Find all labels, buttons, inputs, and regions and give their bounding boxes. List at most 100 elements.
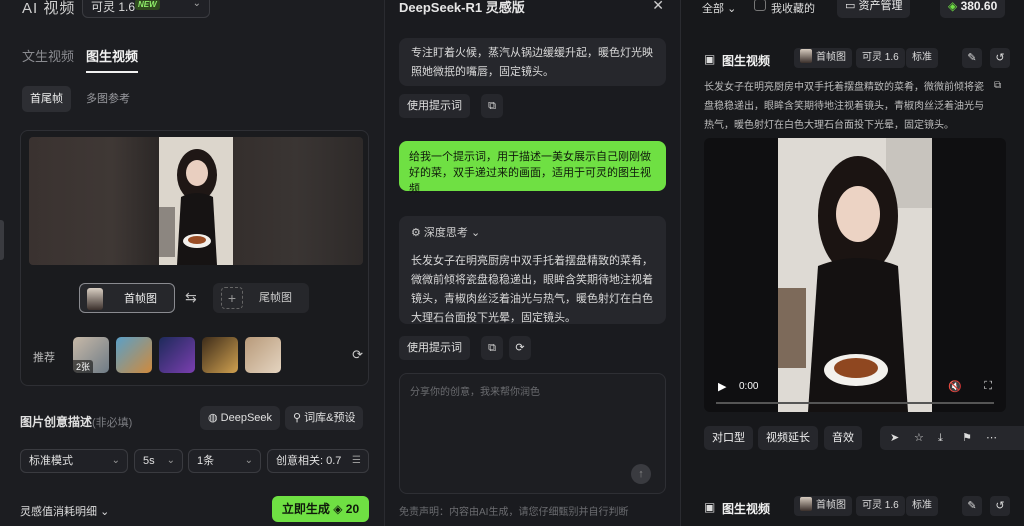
card-header-2: ▣ 图生视频 首帧图 可灵 1.6 标准 ✎ ↺ <box>704 496 1014 520</box>
panel-handle[interactable] <box>0 220 4 260</box>
recommend-thumb-1[interactable]: 2张 <box>73 337 109 373</box>
send-arrow-icon[interactable]: ↑ <box>631 464 651 484</box>
last-frame-label: 尾帧图 <box>259 292 292 304</box>
app-root: AI 视频 可灵 1.6 NEW ⌄ 文生视频 图生视频 首尾帧 多图参考 首帧… <box>0 0 1024 526</box>
more-icon[interactable]: ⋯ <box>986 426 997 450</box>
card-title: 图生视频 <box>722 502 771 516</box>
video-player[interactable]: ▶ 0:00 🔇 ⛶ <box>704 138 1006 412</box>
undo-icon[interactable]: ↺ <box>990 496 1010 516</box>
deep-think-toggle[interactable]: ⚙ 深度思考 ⌄ <box>411 224 654 248</box>
mute-icon[interactable]: 🔇 <box>948 380 962 393</box>
edit-icon[interactable]: ✎ <box>962 496 982 516</box>
ai-answer: 长发女子在明亮厨房中双手托着摆盘精致的菜肴，微微前倾将瓷盘稳稳递出，眼眸含笑期待… <box>411 255 653 324</box>
prompt-input[interactable]: 分享你的创意，我来帮你润色 ↑ <box>399 373 666 494</box>
duration-select[interactable]: 5s ⌄ <box>134 449 183 473</box>
recommend-thumb-3[interactable] <box>159 337 195 373</box>
generate-label: 立即生成 <box>281 502 330 516</box>
panel-title: DeepSeek-R1 灵感版 <box>399 0 525 15</box>
location-pin-icon: ⚲ <box>293 412 305 424</box>
sound-effect-button[interactable]: 音效 <box>824 426 862 450</box>
chip-quality: 标准 <box>906 48 938 68</box>
balance-badge[interactable]: ◈ 380.60 <box>940 0 1006 18</box>
video-description: 长发女子在明亮厨房中双手托着摆盘精致的菜肴，微微前倾将瓷盘稳稳递出，眼眸含笑期待… <box>704 82 984 131</box>
use-prompt-button[interactable]: 使用提示词 <box>399 336 470 360</box>
copy-icon[interactable]: ⧉ <box>481 336 503 360</box>
chevron-down-icon: ⌄ <box>467 227 481 239</box>
favorites-checkbox[interactable] <box>754 0 766 11</box>
prompt-placeholder: 分享你的创意，我来帮你润色 <box>410 387 540 398</box>
generate-cost: 20 <box>345 502 360 516</box>
copy-icon[interactable]: ⧉ <box>994 80 1001 91</box>
creativity-value: 创意相关: 0.7 <box>276 455 342 467</box>
flag-icon[interactable]: ⚑ <box>962 426 972 450</box>
image-preview <box>29 137 363 265</box>
left-panel: AI 视频 可灵 1.6 NEW ⌄ 文生视频 图生视频 首尾帧 多图参考 首帧… <box>0 0 384 526</box>
library-preset-label: 词库&预设 <box>304 412 356 424</box>
recommend-thumb-4[interactable] <box>202 337 238 373</box>
chip-model: 可灵 1.6 <box>856 496 905 516</box>
deepseek-label: DeepSeek <box>220 412 273 424</box>
user-message: 给我一个提示词，用于描述一美女展示自己刚刚做好的菜，双手递过来的画面，适用于可灵… <box>399 141 666 195</box>
video-icon: ▣ <box>704 52 716 66</box>
icon-actions: ➤ ☆ ⤓ ⚑ ⋯ <box>880 426 1024 450</box>
chevron-down-icon: ⌄ <box>166 455 175 466</box>
deepseek-icon: ◍ <box>208 412 221 424</box>
library-preset-button[interactable]: ⚲ 词库&预设 <box>285 406 364 430</box>
deep-think-label: 深度思考 <box>423 227 468 239</box>
settings-row: 标准模式 ⌄ 5s ⌄ 1条 ⌄ 创意相关: 0.7 ☰ <box>20 449 369 473</box>
video-portrait <box>778 138 932 412</box>
play-icon[interactable]: ▶ <box>718 380 726 393</box>
recommend-thumb-2[interactable] <box>116 337 152 373</box>
video-frame <box>778 138 932 412</box>
subtab-first-last-frame[interactable]: 首尾帧 <box>22 86 71 112</box>
fullscreen-icon[interactable]: ⛶ <box>984 380 992 393</box>
refresh-icon[interactable]: ⟳ <box>352 347 363 363</box>
creativity-setting[interactable]: 创意相关: 0.7 ☰ <box>267 449 369 473</box>
last-frame-button[interactable]: + 尾帧图 <box>213 283 309 313</box>
chip-quality: 标准 <box>906 496 938 516</box>
sliders-icon: ☰ <box>352 455 361 466</box>
lip-sync-button[interactable]: 对口型 <box>704 426 753 450</box>
undo-icon[interactable]: ↺ <box>990 48 1010 68</box>
close-icon[interactable]: ✕ <box>652 0 664 14</box>
first-frame-button[interactable]: 首帧图 <box>79 283 175 313</box>
swap-icon[interactable]: ⇆ <box>185 289 197 306</box>
copy-icon[interactable]: ⧉ <box>481 94 503 118</box>
description-row: 图片创意描述 (非必填) ◍ DeepSeek ⚲ 词库&预设 <box>20 406 369 432</box>
mode-value: 标准模式 <box>29 455 73 467</box>
filter-all[interactable]: 全部 ⌄ <box>702 0 736 16</box>
mode-select[interactable]: 标准模式 ⌄ <box>20 449 128 473</box>
recommend-thumb-5[interactable] <box>245 337 281 373</box>
download-icon[interactable]: ⤓ <box>938 426 943 450</box>
balance-value: 380.60 <box>960 0 998 13</box>
video-controls: ▶ 0:00 🔇 ⛶ <box>704 378 1006 412</box>
ai-message: 专注盯着火候，蒸汽从锅边缓缓升起，暖色灯光映照她微抿的嘴唇，固定镜头。 <box>399 38 666 86</box>
frame-row: 首帧图 ⇆ + 尾帧图 <box>79 283 311 313</box>
tab-image-to-video[interactable]: 图生视频 <box>86 46 139 73</box>
think-icon: ⚙ <box>411 227 424 239</box>
deepseek-button[interactable]: ◍ DeepSeek <box>200 406 281 430</box>
share-icon[interactable]: ➤ <box>890 426 899 450</box>
disclaimer: 免责声明：内容由AI生成，请您仔细甄别并自行判断 <box>399 507 629 518</box>
asset-management-button[interactable]: ▭ 资产管理 <box>837 0 911 18</box>
edit-icon[interactable]: ✎ <box>962 48 982 68</box>
results-toolbar: 全部 ⌄ 我收藏的 ▭ 资产管理 ◈ 380.60 <box>682 0 1024 18</box>
filter-all-label: 全部 <box>702 3 724 15</box>
model-selector[interactable]: 可灵 1.6 NEW ⌄ <box>82 0 210 18</box>
generate-button[interactable]: 立即生成 ◈ 20 <box>272 496 369 522</box>
deepseek-panel: DeepSeek-R1 灵感版 ✕ 专注盯着火候，蒸汽从锅边缓缓升起，暖色灯光映… <box>384 0 681 526</box>
star-icon[interactable]: ☆ <box>914 426 924 450</box>
chip-first-frame-label: 首帧图 <box>816 500 846 511</box>
use-prompt-button[interactable]: 使用提示词 <box>399 94 470 118</box>
video-progress-bar[interactable] <box>716 402 994 404</box>
subtab-multi-image[interactable]: 多图参考 <box>78 86 138 112</box>
regenerate-icon[interactable]: ⟳ <box>509 336 531 360</box>
quantity-value: 1条 <box>197 455 215 467</box>
chevron-down-icon: ⌄ <box>192 0 201 9</box>
portrait-image <box>159 137 233 265</box>
tab-text-to-video[interactable]: 文生视频 <box>22 46 74 65</box>
chevron-down-icon: ⌄ <box>244 455 253 466</box>
extend-video-button[interactable]: 视频延长 <box>758 426 818 450</box>
quantity-select[interactable]: 1条 ⌄ <box>188 449 261 473</box>
cost-detail-toggle[interactable]: 灵感值消耗明细 ⌄ <box>20 503 109 519</box>
